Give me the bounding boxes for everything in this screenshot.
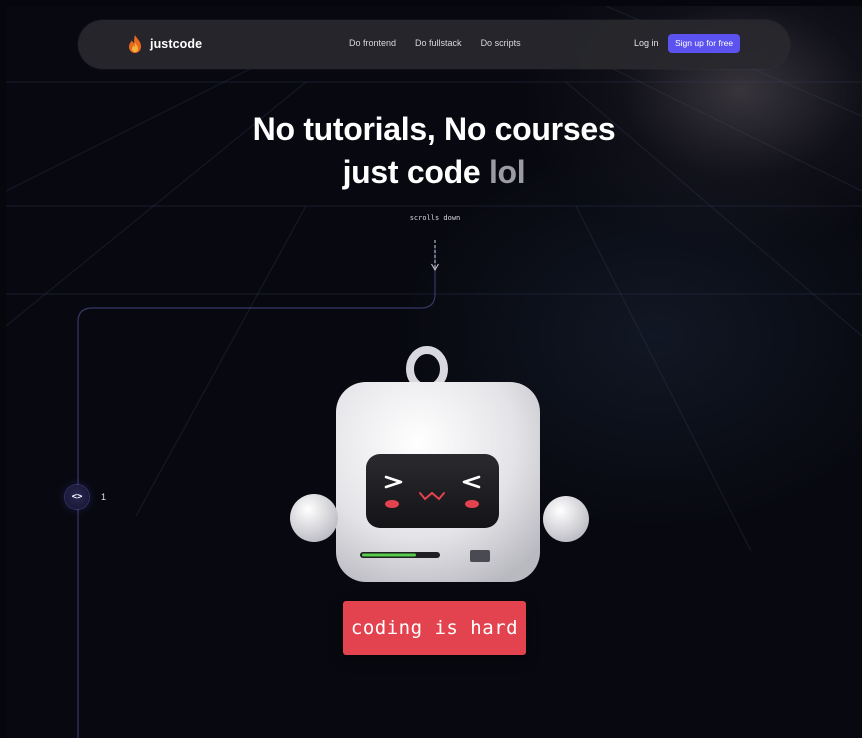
- brand-name: justcode: [150, 37, 203, 51]
- cta-button[interactable]: coding is hard: [343, 601, 526, 655]
- nav-links: Do frontend Do fullstack Do scripts: [349, 38, 521, 48]
- rail-step-number: 1: [101, 492, 107, 502]
- arrow-down-icon: [431, 240, 439, 271]
- nav-link-scripts[interactable]: Do scripts: [481, 38, 521, 48]
- top-navbar: justcode Do frontend Do fullstack Do scr…: [78, 20, 790, 69]
- hero-line-2: just code lol: [6, 151, 862, 194]
- scroll-hint: scrolls down: [409, 214, 461, 222]
- code-brackets-icon[interactable]: <>: [65, 485, 89, 509]
- flame-icon: [129, 35, 141, 53]
- brand[interactable]: justcode: [126, 34, 202, 54]
- hero-line-2-main: just code: [342, 154, 489, 190]
- page: justcode Do frontend Do fullstack Do scr…: [6, 6, 862, 738]
- robot-mascot: [290, 346, 589, 582]
- nav-link-fullstack[interactable]: Do fullstack: [415, 38, 462, 48]
- login-link[interactable]: Log in: [634, 38, 659, 48]
- hero-line-2-muted: lol: [488, 154, 526, 190]
- hero-heading: No tutorials, No courses just code lol: [6, 108, 862, 194]
- signup-button[interactable]: Sign up for free: [668, 34, 741, 53]
- nav-link-frontend[interactable]: Do frontend: [349, 38, 396, 48]
- hero-line-1: No tutorials, No courses: [252, 111, 616, 147]
